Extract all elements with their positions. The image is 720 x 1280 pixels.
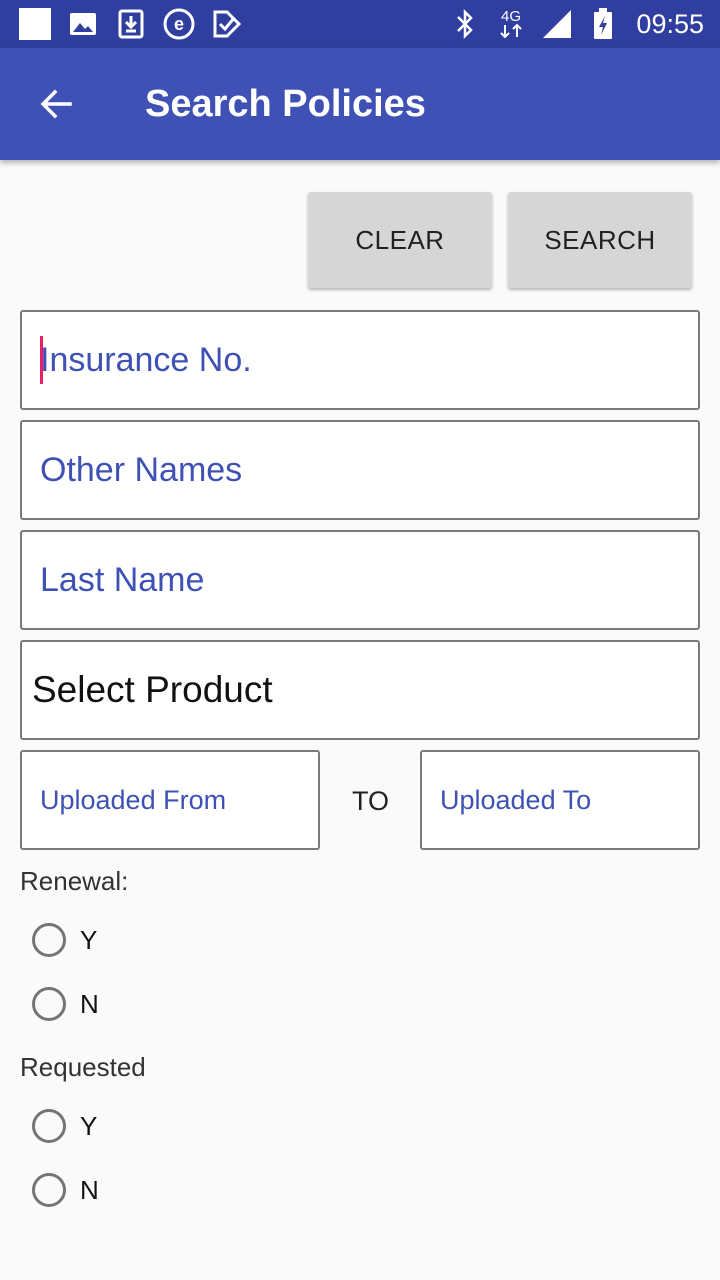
- uploaded-to-input[interactable]: [422, 752, 698, 848]
- app-bar: Search Policies: [0, 48, 720, 160]
- notification-icons: e: [18, 8, 244, 40]
- requested-option-n[interactable]: N: [32, 1168, 99, 1212]
- requested-option-y-label: Y: [80, 1110, 98, 1141]
- insurance-no-field[interactable]: [20, 310, 700, 410]
- renewal-label: Renewal:: [20, 866, 129, 896]
- clear-button[interactable]: CLEAR: [308, 192, 492, 288]
- uploaded-to-field[interactable]: [420, 750, 700, 850]
- renewal-option-n-label: N: [80, 988, 99, 1019]
- uploaded-from-input[interactable]: [22, 752, 318, 848]
- network-4g-icon: 4G: [494, 7, 528, 41]
- radio-unchecked-icon[interactable]: [32, 1173, 66, 1207]
- uploaded-from-field[interactable]: [20, 750, 320, 850]
- arrow-left-icon: [40, 89, 72, 119]
- last-name-field[interactable]: [20, 530, 700, 630]
- bluetooth-icon: [448, 7, 482, 41]
- product-select[interactable]: Select Product: [20, 640, 700, 740]
- requested-option-y[interactable]: Y: [32, 1104, 97, 1148]
- renewal-option-n[interactable]: N: [32, 982, 99, 1026]
- system-icons: 4G 09:55: [448, 6, 704, 42]
- renewal-option-y[interactable]: Y: [32, 918, 97, 962]
- page-title: Search Policies: [145, 83, 426, 125]
- search-button[interactable]: SEARCH: [508, 192, 692, 288]
- last-name-input[interactable]: [22, 532, 698, 628]
- requested-option-n-label: N: [80, 1174, 99, 1205]
- radio-unchecked-icon[interactable]: [32, 1109, 66, 1143]
- signal-icon: [540, 7, 574, 41]
- text-cursor: [40, 336, 43, 384]
- other-names-field[interactable]: [20, 420, 700, 520]
- insurance-no-input[interactable]: [22, 312, 698, 408]
- check-app-icon: [210, 7, 244, 41]
- download-icon: [114, 7, 148, 41]
- renewal-option-y-label: Y: [80, 924, 98, 955]
- svg-text:e: e: [174, 14, 184, 34]
- network-type-label: 4G: [501, 8, 521, 25]
- product-select-value: Select Product: [32, 669, 273, 710]
- other-names-input[interactable]: [22, 422, 698, 518]
- clock: 09:55: [636, 8, 704, 39]
- date-range-to-label: TO: [352, 786, 390, 816]
- e-app-icon: e: [162, 7, 196, 41]
- requested-label: Requested: [20, 1052, 146, 1082]
- radio-unchecked-icon[interactable]: [32, 923, 66, 957]
- status-bar: e 4G 09:55: [0, 0, 720, 48]
- image-icon: [66, 7, 100, 41]
- radio-unchecked-icon[interactable]: [32, 987, 66, 1021]
- back-button[interactable]: [28, 76, 84, 132]
- battery-icon: [586, 7, 620, 41]
- square-notification-icon: [18, 7, 52, 41]
